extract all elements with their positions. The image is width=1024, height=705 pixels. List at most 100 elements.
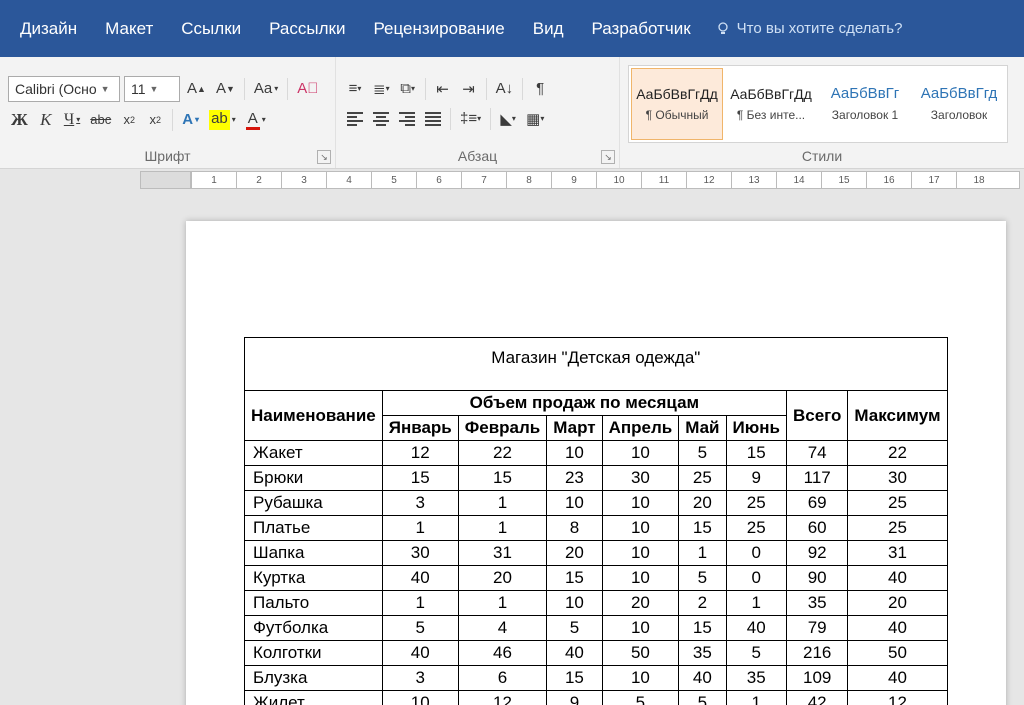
cell-value[interactable]: 0 [726, 566, 786, 591]
cell-name[interactable]: Колготки [245, 641, 383, 666]
cell-max[interactable]: 25 [848, 491, 947, 516]
cell-value[interactable]: 25 [726, 491, 786, 516]
style-item[interactable]: АаБбВвГгДд¶ Обычный [631, 68, 723, 140]
col-max-header[interactable]: Максимум [848, 391, 947, 441]
bullets-button[interactable]: ≡▾ [344, 77, 366, 101]
italic-button[interactable]: К [35, 108, 57, 132]
col-months-header[interactable]: Объем продаж по месяцам [382, 391, 786, 416]
cell-value[interactable]: 25 [726, 516, 786, 541]
cell-name[interactable]: Шапка [245, 541, 383, 566]
cell-value[interactable]: 5 [679, 441, 726, 466]
cell-value[interactable]: 10 [602, 616, 679, 641]
menu-tab-разработчик[interactable]: Разработчик [578, 9, 705, 49]
cell-value[interactable]: 35 [726, 666, 786, 691]
cell-name[interactable]: Платье [245, 516, 383, 541]
table-row[interactable]: Куртка40201510509040 [245, 566, 948, 591]
style-item[interactable]: АаБбВвГгЗаголовок 1 [819, 68, 911, 140]
cell-total[interactable]: 69 [786, 491, 847, 516]
borders-button[interactable]: ▦▾ [523, 107, 547, 131]
cell-total[interactable]: 92 [786, 541, 847, 566]
cell-value[interactable]: 40 [726, 616, 786, 641]
cell-value[interactable]: 12 [382, 441, 458, 466]
cell-value[interactable]: 15 [679, 616, 726, 641]
cell-value[interactable]: 46 [458, 641, 547, 666]
sort-button[interactable]: A↓ [493, 77, 517, 101]
cell-value[interactable]: 40 [679, 666, 726, 691]
cell-total[interactable]: 79 [786, 616, 847, 641]
cell-value[interactable]: 25 [679, 466, 726, 491]
cell-total[interactable]: 35 [786, 591, 847, 616]
cell-value[interactable]: 5 [679, 566, 726, 591]
cell-value[interactable]: 1 [458, 491, 547, 516]
underline-button[interactable]: Ч▾ [61, 108, 83, 132]
cell-value[interactable]: 1 [726, 591, 786, 616]
bold-button[interactable]: Ж [8, 108, 31, 132]
cell-max[interactable]: 25 [848, 516, 947, 541]
cell-value[interactable]: 20 [547, 541, 602, 566]
change-case-button[interactable]: Aa▾ [251, 77, 281, 101]
cell-total[interactable]: 42 [786, 691, 847, 705]
month-header[interactable]: Апрель [602, 416, 679, 441]
data-table[interactable]: Магазин "Детская одежда" Наименование Об… [244, 337, 948, 705]
cell-value[interactable]: 5 [679, 691, 726, 705]
cell-total[interactable]: 90 [786, 566, 847, 591]
cell-max[interactable]: 31 [848, 541, 947, 566]
menu-tab-макет[interactable]: Макет [91, 9, 167, 49]
cell-value[interactable]: 6 [458, 666, 547, 691]
cell-value[interactable]: 5 [382, 616, 458, 641]
cell-value[interactable]: 3 [382, 491, 458, 516]
table-row[interactable]: Рубашка31101020256925 [245, 491, 948, 516]
col-name-header[interactable]: Наименование [245, 391, 383, 441]
table-row[interactable]: Платье1181015256025 [245, 516, 948, 541]
cell-total[interactable]: 109 [786, 666, 847, 691]
paragraph-dialog-launcher[interactable]: ↘ [601, 150, 615, 164]
cell-value[interactable]: 5 [726, 641, 786, 666]
horizontal-ruler[interactable]: 123456789101112131415161718 [140, 171, 1020, 189]
cell-value[interactable]: 22 [458, 441, 547, 466]
cell-name[interactable]: Пальто [245, 591, 383, 616]
style-gallery[interactable]: АаБбВвГгДд¶ ОбычныйАаБбВвГгДд¶ Без инте.… [628, 65, 1008, 143]
cell-value[interactable]: 1 [726, 691, 786, 705]
cell-max[interactable]: 12 [848, 691, 947, 705]
subscript-button[interactable]: x2 [118, 108, 140, 132]
highlight-button[interactable]: ab▾ [206, 108, 239, 132]
cell-value[interactable]: 10 [602, 441, 679, 466]
cell-value[interactable]: 10 [602, 516, 679, 541]
table-title[interactable]: Магазин "Детская одежда" [245, 338, 948, 391]
cell-value[interactable]: 30 [382, 541, 458, 566]
cell-value[interactable]: 20 [679, 491, 726, 516]
cell-value[interactable]: 5 [602, 691, 679, 705]
tell-me-search[interactable]: Что вы хотите сделать? [715, 20, 903, 37]
cell-value[interactable]: 15 [382, 466, 458, 491]
table-row[interactable]: Колготки4046405035521650 [245, 641, 948, 666]
cell-max[interactable]: 30 [848, 466, 947, 491]
cell-name[interactable]: Брюки [245, 466, 383, 491]
cell-value[interactable]: 40 [382, 566, 458, 591]
month-header[interactable]: Июнь [726, 416, 786, 441]
cell-value[interactable]: 40 [547, 641, 602, 666]
shading-button[interactable]: ◣▾ [497, 107, 519, 131]
cell-value[interactable]: 10 [382, 691, 458, 705]
cell-value[interactable]: 30 [602, 466, 679, 491]
month-header[interactable]: Май [679, 416, 726, 441]
cell-value[interactable]: 8 [547, 516, 602, 541]
cell-value[interactable]: 10 [602, 666, 679, 691]
table-row[interactable]: Футболка5451015407940 [245, 616, 948, 641]
cell-total[interactable]: 60 [786, 516, 847, 541]
table-row[interactable]: Шапка30312010109231 [245, 541, 948, 566]
cell-value[interactable]: 10 [602, 541, 679, 566]
cell-max[interactable]: 40 [848, 566, 947, 591]
increase-indent-button[interactable]: ⇥ [458, 77, 480, 101]
cell-total[interactable]: 216 [786, 641, 847, 666]
cell-value[interactable]: 1 [458, 516, 547, 541]
menu-tab-дизайн[interactable]: Дизайн [6, 9, 91, 49]
cell-value[interactable]: 9 [547, 691, 602, 705]
cell-value[interactable]: 23 [547, 466, 602, 491]
cell-value[interactable]: 4 [458, 616, 547, 641]
cell-name[interactable]: Жилет [245, 691, 383, 705]
justify-button[interactable] [422, 107, 444, 131]
cell-total[interactable]: 74 [786, 441, 847, 466]
font-color-button[interactable]: A▾ [243, 108, 269, 132]
font-name-combo[interactable]: Calibri (Осно▼ [8, 76, 120, 102]
cell-value[interactable]: 0 [726, 541, 786, 566]
